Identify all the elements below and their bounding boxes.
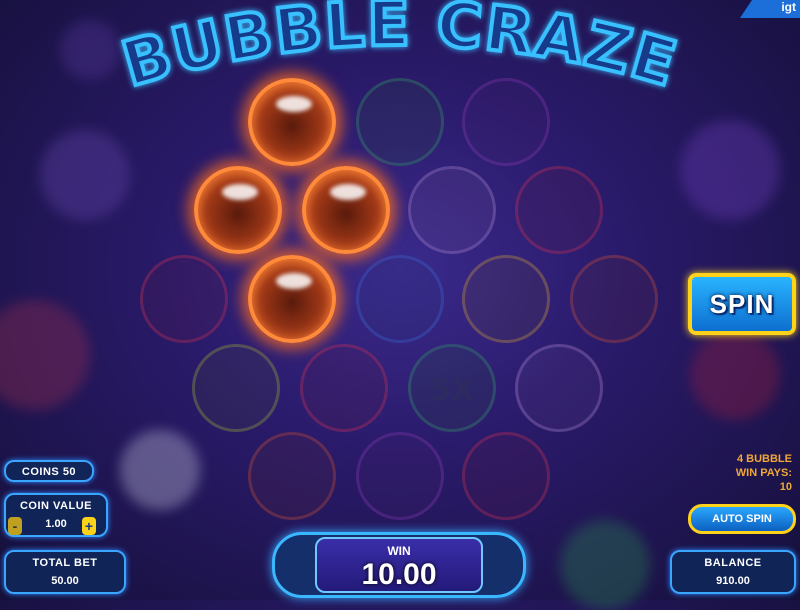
- multiplier-label: 5X: [429, 373, 474, 408]
- total-bet-panel: TOTAL BET 50.00: [4, 550, 126, 594]
- pays-line-2: WIN PAYS:: [735, 467, 792, 479]
- pays-line-1: 4 BUBBLE: [736, 453, 792, 465]
- winning-bubble: [302, 166, 390, 254]
- bubble-slot: [356, 78, 444, 166]
- spin-button[interactable]: SPIN: [688, 273, 796, 335]
- bubble-slot: [356, 432, 444, 520]
- brand-logo: igt: [740, 0, 800, 18]
- coin-value-plus-button[interactable]: +: [82, 517, 96, 535]
- background-bubble: [120, 430, 200, 510]
- bubble-slot: [408, 166, 496, 254]
- win-amount: 10.00: [361, 558, 437, 591]
- auto-spin-button[interactable]: AUTO SPIN: [688, 504, 796, 534]
- background-bubble: [680, 120, 780, 220]
- background-bubble: [0, 300, 90, 410]
- coin-value-minus-button[interactable]: -: [8, 517, 22, 535]
- bubble-multiplier: 5X: [408, 344, 496, 432]
- win-panel: WIN 10.00: [272, 532, 526, 598]
- win-label: WIN: [387, 544, 411, 558]
- bubble-slot: [462, 78, 550, 166]
- balance-label: BALANCE: [704, 557, 762, 569]
- winning-bubble: [248, 255, 336, 343]
- bubble-slot: [462, 432, 550, 520]
- bubble-slot: [462, 255, 550, 343]
- bubble-slot: [356, 255, 444, 343]
- bubble-slot: [515, 166, 603, 254]
- coin-value-label: COIN VALUE: [19, 500, 93, 512]
- background-bubble: [690, 330, 780, 420]
- bubble-slot: [140, 255, 228, 343]
- bubble-slot: [300, 344, 388, 432]
- background-bubble: [40, 130, 130, 220]
- bubble-slot: [248, 432, 336, 520]
- coins-selector[interactable]: COINS 50: [4, 460, 94, 482]
- bubble-slot: [192, 344, 280, 432]
- winning-bubble: [194, 166, 282, 254]
- bubble-slot: [570, 255, 658, 343]
- background-bubble: [560, 520, 650, 610]
- pays-line-3: 10: [779, 481, 792, 493]
- coin-value-panel: COIN VALUE 1.00 - +: [4, 493, 108, 537]
- total-bet-label: TOTAL BET: [32, 557, 98, 569]
- balance-value: 910.00: [716, 575, 750, 587]
- balance-panel: BALANCE 910.00: [670, 550, 796, 594]
- win-display: WIN 10.00: [315, 537, 483, 593]
- bubble-slot: [515, 344, 603, 432]
- win-pays-info: 4 BUBBLE WIN PAYS: 10: [700, 452, 792, 494]
- coins-label: COINS 50: [21, 466, 77, 478]
- winning-bubble: [248, 78, 336, 166]
- total-bet-value: 50.00: [51, 575, 79, 587]
